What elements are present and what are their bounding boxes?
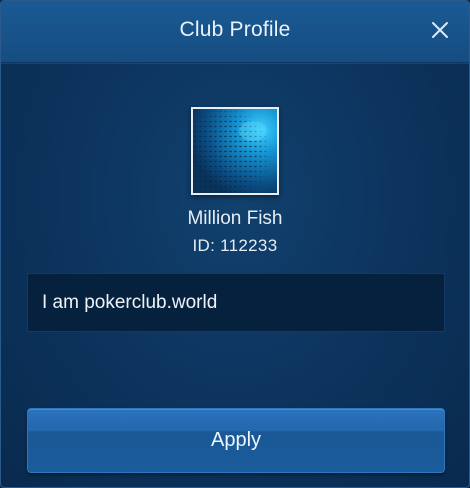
club-description-field[interactable]: I am pokerclub.world — [27, 273, 445, 332]
close-icon[interactable] — [429, 19, 451, 41]
dialog-header: Club Profile — [1, 1, 469, 63]
club-name: Million Fish — [187, 208, 283, 229]
club-id: ID: 112233 — [192, 236, 278, 255]
club-profile-dialog: Club Profile Million Fish ID: 112233 I a… — [0, 0, 470, 488]
dialog-title: Club Profile — [179, 18, 291, 41]
fish-school-image — [193, 109, 277, 193]
club-avatar[interactable] — [191, 107, 279, 195]
apply-button[interactable]: Apply — [27, 408, 445, 473]
